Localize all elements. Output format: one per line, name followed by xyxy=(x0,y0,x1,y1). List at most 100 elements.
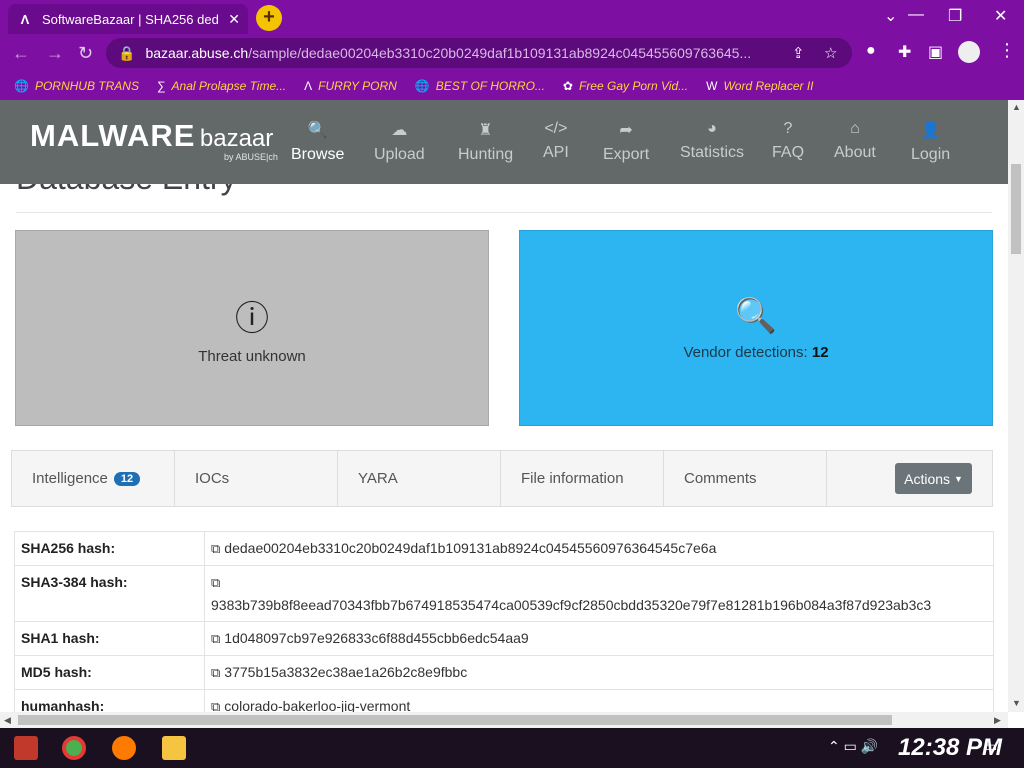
copy-icon[interactable]: ⧉ xyxy=(211,631,220,646)
bookmark-icon: 🌐 xyxy=(414,79,430,93)
user-icon: 👤 xyxy=(920,122,941,139)
hash-key: SHA1 hash: xyxy=(14,621,205,656)
hash-value-cell: ⧉ dedae00204eb3310c20b0249daf1b109131ab89… xyxy=(204,531,994,566)
browser-tab-bar: Λ SoftwareBazaar | SHA256 ded ✕ + ⌄ — ❐ … xyxy=(0,0,1024,34)
bookmark-item[interactable]: ✿ Free Gay Porn Vid... xyxy=(563,79,688,93)
hash-value-cell: ⧉ 9383b739b8f8eead70343fbb7b674918535474c… xyxy=(204,565,994,622)
castle-icon: ♜ xyxy=(478,122,493,139)
pie-chart-icon: ◕ xyxy=(707,120,717,137)
extensions-puzzle-icon[interactable]: ✚ xyxy=(898,42,911,62)
close-window-button[interactable]: ✕ xyxy=(994,6,1007,26)
bookmark-item[interactable]: ∑ Anal Prolapse Time... xyxy=(157,79,286,93)
hash-key: SHA256 hash: xyxy=(14,531,205,566)
bookmark-star-icon[interactable]: ☆ xyxy=(824,44,837,62)
table-row: SHA3-384 hash: ⧉ 9383b739b8f8eead70343fbb… xyxy=(14,565,994,622)
question-icon: ? xyxy=(783,120,793,137)
extension-avatar-icon[interactable]: ● xyxy=(866,42,876,60)
bookmark-item[interactable]: 🌐 BEST OF HORRO... xyxy=(415,79,545,93)
copy-icon[interactable]: ⧉ xyxy=(211,575,220,590)
copy-icon[interactable]: ⧉ xyxy=(211,541,220,556)
hash-value-cell: ⧉ colorado-bakerloo-jig-vermont xyxy=(204,689,994,712)
table-row: SHA1 hash: ⧉ 1d048097cb97e926833c6f88d455… xyxy=(14,621,994,656)
copy-icon[interactable]: ⧉ xyxy=(211,699,220,712)
nav-about[interactable]: ⌂ About xyxy=(834,120,876,162)
tab-intelligence[interactable]: Intelligence 12 xyxy=(12,451,175,506)
url-bar[interactable]: 🔒 bazaar.abuse.ch /sample/dedae00204eb33… xyxy=(106,38,852,68)
lock-icon: 🔒 xyxy=(118,44,136,61)
copy-icon[interactable]: ⧉ xyxy=(211,665,220,680)
code-icon: </> xyxy=(544,120,568,137)
minimize-button[interactable]: — xyxy=(908,6,924,24)
nav-api[interactable]: </> API xyxy=(543,120,569,162)
bookmark-item[interactable]: Λ FURRY PORN xyxy=(304,79,397,93)
bookmark-item[interactable]: W Word Replacer II xyxy=(706,79,813,93)
bookmark-item[interactable]: 🌐 PORNHUB TRANS xyxy=(14,79,139,93)
tab-comments[interactable]: Comments xyxy=(664,451,827,506)
side-panel-icon[interactable]: ▣ xyxy=(928,42,943,62)
detail-tabs: Intelligence 12 IOCs YARA File informatio… xyxy=(11,450,993,507)
back-button[interactable]: ← xyxy=(12,43,30,64)
tab-yara[interactable]: YARA xyxy=(338,451,501,506)
reload-button[interactable]: ↻ xyxy=(78,43,93,64)
hash-value-cell: ⧉ 3775b15a3832ec38ae1a26b2c8e9fbbc xyxy=(204,655,994,690)
horizontal-scroll-thumb[interactable] xyxy=(18,715,892,725)
os-taskbar: ⌃ ▭ 🔊 12:38 PM ▭ xyxy=(0,728,1024,768)
table-row: humanhash: ⧉ colorado-bakerloo-jig-vermon… xyxy=(14,689,994,712)
scroll-left-icon[interactable]: ◀ xyxy=(4,715,11,726)
firefox-icon[interactable] xyxy=(112,736,136,760)
site-logo[interactable]: MALWARE bazaar by ABUSE|ch xyxy=(30,118,278,162)
threat-panel: ⓘ Threat unknown xyxy=(15,230,489,426)
profile-avatar[interactable] xyxy=(958,41,980,63)
new-tab-button[interactable]: + xyxy=(256,5,282,31)
horizontal-scrollbar[interactable]: ◀ ▶ xyxy=(0,712,1008,728)
page-viewport: MALWARE bazaar by ABUSE|ch 🔍 Browse ☁ Uplo… xyxy=(0,100,1008,712)
question-circle-icon: ⓘ xyxy=(235,300,269,338)
building-icon: ⌂ xyxy=(850,120,860,137)
chevron-down-icon[interactable]: ⌄ xyxy=(884,6,897,26)
hash-table: SHA256 hash: ⧉ dedae00204eb3310c20b0249da… xyxy=(14,531,994,712)
share-icon[interactable]: ⇪ xyxy=(792,44,805,62)
table-row: SHA256 hash: ⧉ dedae00204eb3310c20b0249da… xyxy=(14,531,994,566)
nav-export[interactable]: ➦ Export xyxy=(603,120,649,164)
hash-key: SHA3-384 hash: xyxy=(14,565,205,622)
scroll-right-icon[interactable]: ▶ xyxy=(994,715,1001,726)
menu-kebab-icon[interactable]: ⋮ xyxy=(998,40,1016,61)
nav-upload[interactable]: ☁ Upload xyxy=(374,120,425,164)
hash-key: humanhash: xyxy=(14,689,205,712)
nav-faq[interactable]: ? FAQ xyxy=(772,120,804,162)
vertical-scrollbar[interactable]: ▲ ▼ xyxy=(1008,100,1024,712)
forward-button[interactable]: → xyxy=(46,43,64,64)
file-explorer-icon[interactable] xyxy=(162,736,186,760)
magnifier-icon: 🔍 xyxy=(734,296,778,335)
scroll-up-icon[interactable]: ▲ xyxy=(1012,102,1021,112)
search-icon: 🔍 xyxy=(307,122,328,139)
restore-button[interactable]: ❐ xyxy=(948,6,962,26)
url-host: bazaar.abuse.ch xyxy=(145,45,249,61)
bookmark-icon: Λ xyxy=(304,79,313,93)
chrome-icon[interactable] xyxy=(62,736,86,760)
bookmark-icon: W xyxy=(706,79,718,93)
vertical-scroll-thumb[interactable] xyxy=(1011,164,1021,254)
bookmarks-bar: 🌐 PORNHUB TRANS ∑ Anal Prolapse Time... ΛF… xyxy=(0,72,1024,100)
tab-iocs[interactable]: IOCs xyxy=(175,451,338,506)
nav-browse[interactable]: 🔍 Browse xyxy=(291,120,344,164)
system-tray-icons[interactable]: ⌃ ▭ 🔊 xyxy=(828,738,878,755)
tab-file-information[interactable]: File information xyxy=(501,451,664,506)
notifications-icon[interactable]: ▭ xyxy=(984,738,997,755)
bookmark-icon: 🌐 xyxy=(14,79,29,93)
count-badge: 12 xyxy=(113,471,141,486)
start-button[interactable] xyxy=(14,736,38,760)
export-icon: ➦ xyxy=(619,122,633,139)
actions-dropdown-button[interactable]: Actions ▼ xyxy=(895,463,972,494)
nav-login[interactable]: 👤 Login xyxy=(911,120,950,164)
browser-tab[interactable]: Λ SoftwareBazaar | SHA256 ded ✕ xyxy=(8,4,248,34)
bookmark-icon: ✿ xyxy=(562,79,573,93)
tab-close-icon[interactable]: ✕ xyxy=(228,11,240,28)
threat-label: Threat unknown xyxy=(198,348,306,365)
scroll-down-icon[interactable]: ▼ xyxy=(1012,698,1021,708)
nav-hunting[interactable]: ♜ Hunting xyxy=(458,120,513,164)
nav-statistics[interactable]: ◕ Statistics xyxy=(680,120,744,162)
hash-key: MD5 hash: xyxy=(14,655,205,690)
site-header: MALWARE bazaar by ABUSE|ch 🔍 Browse ☁ Uplo… xyxy=(0,100,1008,184)
url-path: /sample/dedae00204eb3310c20b0249daf1b109… xyxy=(248,45,752,61)
